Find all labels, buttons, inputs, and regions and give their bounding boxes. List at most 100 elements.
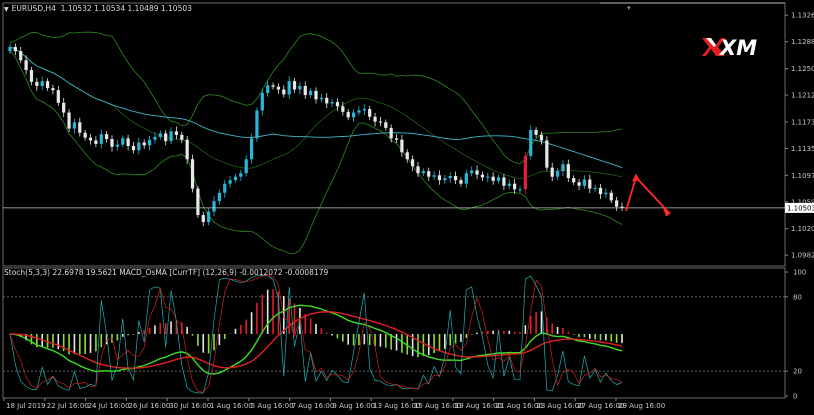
osma-bar	[315, 324, 317, 334]
candle-body	[190, 159, 195, 189]
indicator-tick-label: 0	[793, 393, 797, 401]
candle-body	[260, 92, 264, 111]
osma-bar	[486, 330, 489, 334]
osma-bar	[476, 332, 478, 334]
candle-body	[196, 188, 200, 216]
indicator-header: Stoch(5,3,3) 22.6978 19.5621 MACD_OsMA […	[4, 268, 328, 277]
candle-body	[110, 139, 114, 147]
candle-body	[40, 81, 44, 87]
candle-body	[432, 175, 436, 177]
candle-body	[470, 170, 474, 174]
candle-body	[164, 133, 168, 142]
candle-body	[314, 90, 318, 100]
osma-bar	[207, 334, 210, 354]
candle-body	[362, 109, 366, 111]
candle-body	[534, 129, 538, 135]
candle-body	[78, 122, 82, 133]
price-tick-label: 1.12885	[791, 38, 814, 46]
candle-body	[67, 112, 71, 129]
candle-body	[228, 180, 232, 184]
candle-body	[561, 164, 565, 172]
osma-bar	[213, 334, 215, 351]
candle-body	[523, 155, 527, 190]
symbol-label: EURUSD,H4	[11, 4, 56, 13]
osma-bar	[256, 302, 258, 334]
date-tick-label: 5 Aug 16:00	[251, 402, 294, 410]
osma-bar	[121, 334, 124, 337]
date-tick-label: 22 Jul 16:00	[47, 402, 89, 410]
indicator-label: Stoch(5,3,3) 22.6978 19.5621 MACD_OsMA […	[4, 268, 329, 277]
candle-body	[325, 97, 329, 104]
osma-bar	[229, 333, 231, 335]
osma-bar	[57, 334, 60, 350]
osma-bar	[363, 334, 366, 345]
candle-body	[604, 192, 608, 195]
indicator-tick-label: 100	[793, 269, 806, 277]
osma-bar	[417, 334, 419, 358]
chart-window[interactable]: ▾ 1.13265 1.12885 1.12500 1.12120 1.11735 1.11…	[0, 0, 814, 415]
osma-bar	[583, 334, 586, 338]
collapse-caret-icon[interactable]: ▼	[4, 6, 9, 13]
candle-body	[513, 183, 517, 190]
candle-body	[83, 132, 87, 138]
osma-bar	[52, 334, 54, 348]
candle-body	[588, 179, 592, 189]
candle-body	[582, 179, 587, 186]
osma-bar	[191, 334, 194, 336]
candle-body	[223, 183, 227, 193]
osma-bar	[293, 303, 296, 334]
candle-body	[464, 173, 468, 184]
osma-bar	[331, 334, 333, 336]
osma-bar	[240, 324, 242, 334]
logo-text: XM	[718, 36, 757, 60]
osma-bar	[519, 331, 521, 334]
candle-body	[373, 116, 377, 122]
osma-bar	[202, 334, 205, 353]
candle-body	[298, 86, 302, 90]
osma-bar	[599, 334, 602, 341]
osma-bar	[438, 334, 441, 352]
candle-body	[507, 183, 511, 186]
candle-body	[185, 139, 189, 160]
candle-body	[437, 175, 442, 181]
osma-bar	[89, 334, 92, 353]
forecast-arrow-down-icon	[663, 207, 671, 217]
candle-body	[319, 97, 323, 100]
osma-bar	[529, 316, 532, 334]
osma-bar	[245, 319, 248, 334]
osma-bar	[540, 311, 543, 334]
candle-body	[496, 177, 501, 181]
candle-body	[207, 211, 211, 223]
osma-bar	[358, 334, 360, 346]
candle-body	[62, 102, 66, 113]
candle-body	[13, 46, 17, 52]
osma-bar	[503, 330, 505, 334]
candle-body	[384, 122, 388, 128]
candle-body	[51, 88, 55, 91]
candle-body	[443, 178, 447, 181]
candle-body	[29, 69, 34, 82]
candle-body	[475, 170, 479, 175]
chart-canvas[interactable]: ▾ 1.13265 1.12885 1.12500 1.12120 1.11735 1.11…	[0, 0, 814, 415]
osma-bar	[513, 331, 516, 334]
candle-body	[448, 176, 452, 179]
candle-body	[378, 121, 383, 123]
osma-bar	[352, 334, 355, 346]
osma-bar	[508, 330, 511, 334]
osma-bar	[320, 328, 323, 334]
osma-bar	[325, 332, 328, 334]
candle-body	[105, 134, 109, 140]
candle-body	[249, 138, 254, 160]
osma-bar	[127, 334, 129, 336]
osma-bar	[556, 326, 559, 334]
osma-bar	[395, 334, 398, 351]
indicator-tick-label: 80	[793, 293, 802, 301]
shift-marker-icon: ▾	[627, 4, 631, 12]
indicator-panel-frame	[2, 267, 786, 399]
candle-body	[212, 201, 216, 212]
candle-body	[453, 176, 458, 181]
candle-body	[609, 192, 613, 201]
candle-body	[330, 102, 334, 104]
osma-bar	[615, 334, 618, 343]
price-panel-frame	[2, 2, 786, 267]
